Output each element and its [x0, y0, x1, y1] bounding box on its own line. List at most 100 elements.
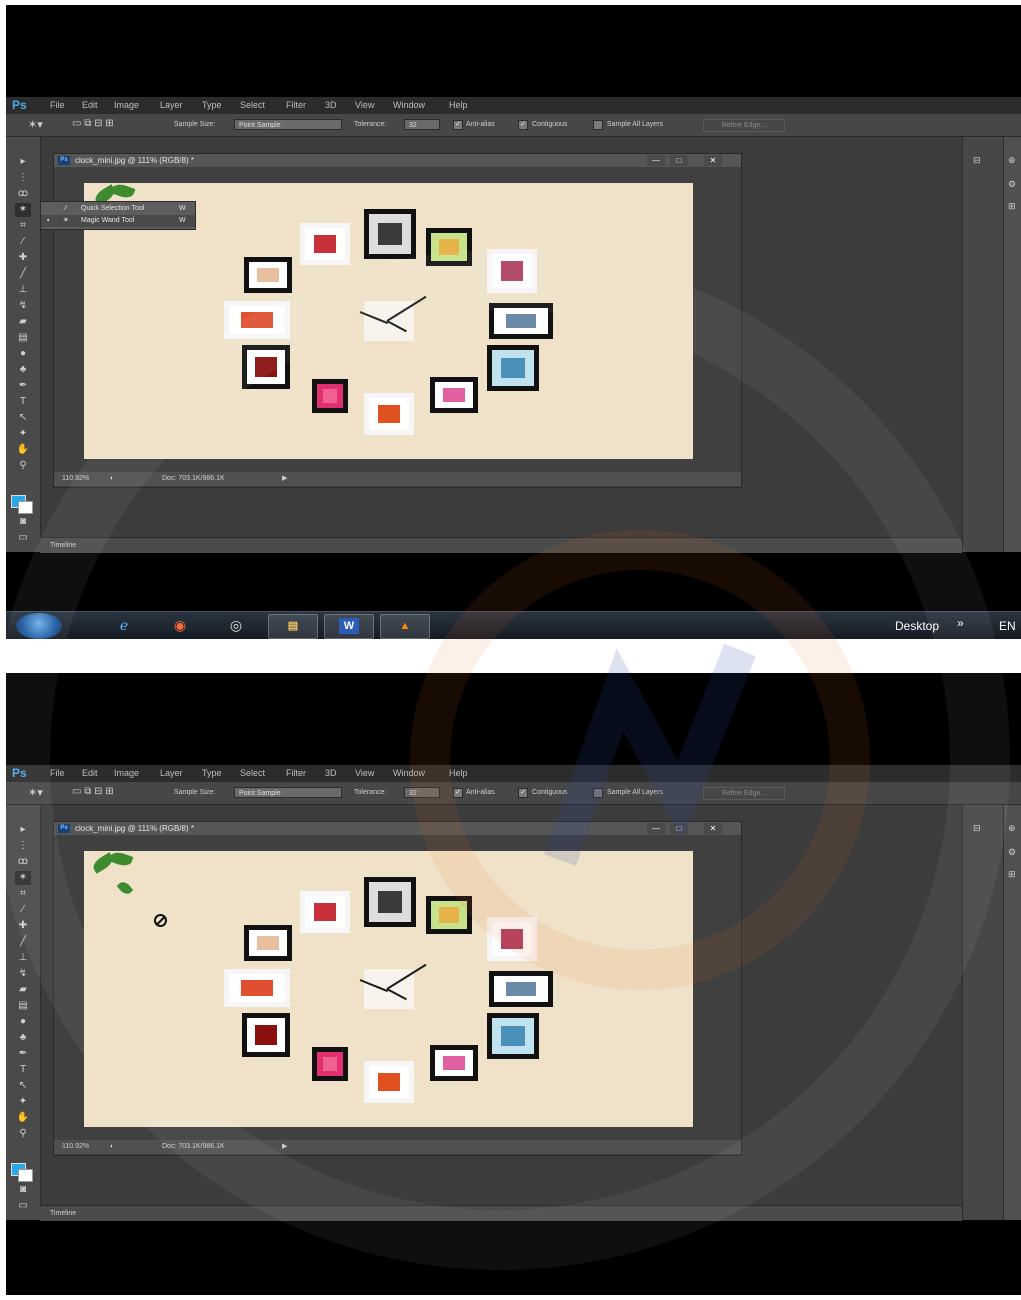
minimize-button[interactable]: — [647, 823, 665, 834]
zoom-level[interactable]: 110.92% [62, 1140, 89, 1154]
path-selection-icon[interactable]: ↖ [15, 411, 31, 425]
status-menu-arrow-icon[interactable]: ▶ [282, 472, 287, 486]
crop-tool-icon[interactable]: ⌗ [15, 219, 31, 233]
brush-tool-icon[interactable]: ╱ [15, 267, 31, 281]
contiguous-checkbox[interactable]: ✓ [518, 120, 528, 130]
color-panel-icon[interactable]: ⊕ [1008, 155, 1016, 166]
timeline-panel[interactable]: Timeline [40, 1205, 962, 1221]
zoom-tool-icon[interactable]: ⚲ [15, 459, 31, 473]
magic-wand-preset-icon[interactable]: ✶▾ [28, 118, 43, 131]
crop-tool-icon[interactable]: ⌗ [15, 887, 31, 901]
menu-filter[interactable]: Filter [286, 768, 306, 778]
maximize-button[interactable]: □ [670, 155, 688, 166]
chrome-icon[interactable]: ◉ [170, 615, 190, 635]
move-tool-icon[interactable]: ▸ [15, 823, 31, 837]
pen-tool-icon[interactable]: ✒ [15, 1047, 31, 1061]
sample-all-layers-checkbox[interactable] [593, 788, 603, 798]
blur-tool-icon[interactable]: ● [15, 347, 31, 361]
tolerance-input[interactable]: 32 [404, 119, 440, 130]
zoom-level[interactable]: 110.92% [62, 472, 89, 486]
word-button[interactable]: W [324, 614, 374, 639]
type-tool-icon[interactable]: T [15, 1063, 31, 1077]
file-explorer-button[interactable]: ▤ [268, 614, 318, 639]
menu-image[interactable]: Image [114, 768, 139, 778]
tolerance-input[interactable]: 32 [404, 787, 440, 798]
history-panel-icon[interactable]: ⊟ [973, 155, 981, 166]
shape-tool-icon[interactable]: ✦ [15, 1095, 31, 1109]
contiguous-checkbox[interactable]: ✓ [518, 788, 528, 798]
history-brush-icon[interactable]: ↯ [15, 967, 31, 981]
menu-type[interactable]: Type [202, 100, 222, 110]
hand-tool-icon[interactable]: ✋ [15, 1111, 31, 1125]
start-button[interactable] [16, 613, 62, 639]
blur-tool-icon[interactable]: ● [15, 1015, 31, 1029]
shape-tool-icon[interactable]: ✦ [15, 427, 31, 441]
menu-type[interactable]: Type [202, 768, 222, 778]
sample-size-select[interactable]: Point Sample [234, 787, 342, 798]
anti-alias-checkbox[interactable]: ✓ [453, 788, 463, 798]
selection-mode-icons[interactable]: ▭ ⧉ ⊟ ⊞ [72, 786, 114, 797]
magic-wand-tool-icon[interactable]: ✶ [15, 871, 31, 885]
vlc-button[interactable]: ▲ [380, 614, 430, 639]
minimize-button[interactable]: — [647, 155, 665, 166]
gradient-tool-icon[interactable]: ▤ [15, 331, 31, 345]
menu-image[interactable]: Image [114, 100, 139, 110]
dodge-tool-icon[interactable]: ♣ [15, 363, 31, 377]
menu-select[interactable]: Select [240, 100, 265, 110]
desktop-toolbar-label[interactable]: Desktop [895, 619, 939, 633]
background-color-swatch[interactable] [18, 501, 33, 514]
move-tool-icon[interactable]: ▸ [15, 155, 31, 169]
screen-mode-icon[interactable]: ▭ [15, 1199, 31, 1213]
menu-3d[interactable]: 3D [325, 100, 337, 110]
flyout-magic-wand[interactable]: ▪ ✶ Magic Wand Tool W [41, 215, 195, 227]
menu-filter[interactable]: Filter [286, 100, 306, 110]
gradient-tool-icon[interactable]: ▤ [15, 999, 31, 1013]
dodge-tool-icon[interactable]: ♣ [15, 1031, 31, 1045]
adjustments-panel-icon[interactable]: ⚙ [1008, 179, 1016, 190]
color-panel-icon[interactable]: ⊕ [1008, 823, 1016, 834]
menu-help[interactable]: Help [449, 768, 468, 778]
marquee-tool-icon[interactable]: ⋮ [15, 171, 31, 185]
eraser-tool-icon[interactable]: ▰ [15, 983, 31, 997]
adjustments-panel-icon[interactable]: ⚙ [1008, 847, 1016, 858]
layers-panel-icon[interactable]: ⊞ [1008, 869, 1016, 880]
selection-mode-icons[interactable]: ▭ ⧉ ⊟ ⊞ [72, 118, 114, 129]
status-icon[interactable]: ◐ [110, 1140, 114, 1154]
screen-mode-icon[interactable]: ▭ [15, 531, 31, 545]
menu-edit[interactable]: Edit [82, 100, 98, 110]
layers-panel-icon[interactable]: ⊞ [1008, 201, 1016, 212]
close-button[interactable]: ✕ [704, 155, 722, 166]
internet-explorer-icon[interactable]: ℯ [114, 615, 134, 635]
status-icon[interactable]: ◐ [110, 472, 114, 486]
language-indicator[interactable]: EN [999, 619, 1016, 633]
timeline-panel[interactable]: Timeline [40, 537, 962, 553]
menu-layer[interactable]: Layer [160, 100, 183, 110]
lasso-tool-icon[interactable]: ꝏ [15, 855, 31, 869]
refine-edge-button[interactable]: Refine Edge... [703, 787, 785, 800]
sample-size-select[interactable]: Point Sample [234, 119, 342, 130]
lasso-tool-icon[interactable]: ꝏ [15, 187, 31, 201]
menu-file[interactable]: File [50, 100, 65, 110]
close-button[interactable]: ✕ [704, 823, 722, 834]
document-tab[interactable]: Ps clock_mini.jpg @ 111% (RGB/8) * — □ ✕ [54, 822, 741, 835]
menu-file[interactable]: File [50, 768, 65, 778]
quick-mask-icon[interactable]: ◙ [15, 1183, 31, 1197]
marquee-tool-icon[interactable]: ⋮ [15, 839, 31, 853]
menu-view[interactable]: View [355, 768, 374, 778]
clone-stamp-icon[interactable]: ⊥ [15, 283, 31, 297]
history-brush-icon[interactable]: ↯ [15, 299, 31, 313]
menu-view[interactable]: View [355, 100, 374, 110]
magic-wand-tool-icon[interactable]: ✶ [15, 203, 31, 217]
hand-tool-icon[interactable]: ✋ [15, 443, 31, 457]
menu-window[interactable]: Window [393, 768, 425, 778]
maximize-button[interactable]: □ [670, 823, 688, 834]
quick-mask-icon[interactable]: ◙ [15, 515, 31, 529]
type-tool-icon[interactable]: T [15, 395, 31, 409]
background-color-swatch[interactable] [18, 1169, 33, 1182]
zoom-tool-icon[interactable]: ⚲ [15, 1127, 31, 1141]
document-tab[interactable]: Ps clock_mini.jpg @ 111% (RGB/8) * — □ ✕ [54, 154, 741, 167]
menu-help[interactable]: Help [449, 100, 468, 110]
eyedropper-tool-icon[interactable]: ⁄ [15, 903, 31, 917]
magic-wand-preset-icon[interactable]: ✶▾ [28, 786, 43, 799]
canvas-image[interactable] [84, 851, 693, 1127]
